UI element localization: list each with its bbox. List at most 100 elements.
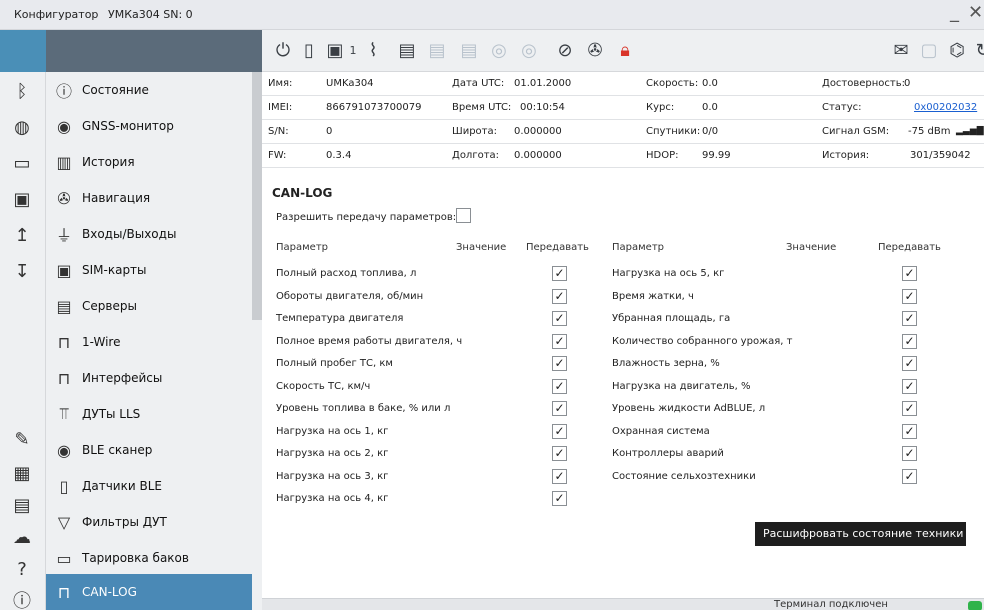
- status-link[interactable]: 0x00202032: [914, 102, 977, 113]
- refresh-icon[interactable]: ↻: [972, 40, 984, 62]
- col-param-header: Параметр: [276, 242, 328, 253]
- send-checkbox[interactable]: ✓: [902, 356, 917, 371]
- param-label: Нагрузка на ось 3, кг: [276, 470, 389, 482]
- server-dim2-icon[interactable]: ▤: [458, 40, 480, 62]
- minimize-button[interactable]: _: [950, 2, 959, 23]
- folder-icon[interactable]: ▭: [10, 152, 34, 176]
- lock-alert-icon[interactable]: 🔒︎: [614, 40, 636, 62]
- document-icon[interactable]: ▢: [918, 40, 940, 62]
- globe-icon[interactable]: ◍: [10, 116, 34, 140]
- sidebar-item-ble-sensors[interactable]: ▯ Датчики BLE: [46, 468, 252, 504]
- app-title: Конфигуратор: [14, 8, 99, 21]
- bluetooth-icon[interactable]: ᛒ: [10, 80, 34, 104]
- close-button[interactable]: ✕: [968, 2, 983, 23]
- send-checkbox[interactable]: ✓: [552, 311, 567, 326]
- sidebar-item-calibration[interactable]: ▭ Тарировка баков: [46, 540, 252, 576]
- sidebar-item-sim[interactable]: ▣ SIM-карты: [46, 252, 252, 288]
- connection-led: [968, 601, 982, 610]
- param-label: Количество собранного урожая, т: [612, 335, 793, 347]
- send-checkbox[interactable]: ✓: [902, 401, 917, 416]
- param-label: Скорость ТС, км/ч: [276, 380, 371, 392]
- server-icon[interactable]: ▤: [396, 40, 418, 62]
- grid-icon[interactable]: ▦: [10, 462, 34, 486]
- info-icon[interactable]: ⓘ: [10, 590, 34, 610]
- connector-icon: ⊓: [57, 368, 71, 388]
- ble-sensor-icon: ▯: [59, 476, 69, 496]
- sidebar-nav: ⓘ Состояние ◉ GNSS-монитор ▥ История ✇ Навиг…: [46, 72, 262, 610]
- send-checkbox[interactable]: ✓: [902, 266, 917, 281]
- can-icon[interactable]: ▤: [10, 494, 34, 518]
- send-checkbox[interactable]: ✓: [552, 378, 567, 394]
- send-checkbox[interactable]: ✓: [902, 288, 917, 304]
- send-checkbox[interactable]: ✓: [552, 423, 567, 439]
- send-checkbox[interactable]: ✓: [552, 468, 567, 484]
- sim-number: 1: [349, 44, 357, 57]
- info-icon: ⓘ: [55, 82, 72, 101]
- send-checkbox[interactable]: ✓: [902, 378, 917, 394]
- battery-icon[interactable]: ▯: [298, 40, 320, 62]
- satellite-dish-icon[interactable]: ⌬: [946, 40, 968, 62]
- send-checkbox[interactable]: ✓: [552, 401, 567, 416]
- cloud-icon[interactable]: ☁: [10, 526, 34, 550]
- param-label: Нагрузка на ось 2, кг: [276, 448, 389, 459]
- send-checkbox[interactable]: ✓: [902, 468, 917, 484]
- send-checkbox[interactable]: ✓: [902, 311, 917, 326]
- sidebar-item-ble-scanner[interactable]: ◉ BLE сканер: [46, 432, 252, 468]
- sidebar-item-history[interactable]: ▥ История: [46, 144, 252, 180]
- param-label: Полный пробег ТС, км: [276, 358, 393, 369]
- send-checkbox[interactable]: ✓: [552, 288, 567, 304]
- gnss-icon: ◉: [57, 116, 71, 136]
- bluetooth-scan-icon: ◉: [57, 440, 71, 460]
- send-checkbox[interactable]: ✓: [902, 423, 917, 439]
- send-checkbox[interactable]: ✓: [552, 491, 567, 506]
- fuel-sensor-icon: ⫪: [59, 404, 69, 423]
- sidebar-item-gnss[interactable]: ◉ GNSS-монитор: [46, 108, 252, 144]
- send-checkbox[interactable]: ✓: [902, 446, 917, 461]
- sidebar-item-navigation[interactable]: ✇ Навигация: [46, 180, 252, 216]
- server-dim-icon[interactable]: ▤: [426, 40, 448, 62]
- info-row: S/N: 0 Широта: 0.000000 Спутники: 0/0 Си…: [262, 120, 984, 144]
- toolbar: ⏻ ▯ ▣ 1 ⌇ ▤ ▤ ▤ ◎ ◎ ⊘ ✇ 🔒︎ ✉ ▢ ⌬ ↻: [262, 30, 984, 72]
- satellite-icon[interactable]: ✇: [584, 40, 606, 62]
- edit-icon[interactable]: ✎: [10, 428, 34, 452]
- param-label: Температура двигателя: [276, 313, 404, 324]
- sidebar-item-1wire[interactable]: ⊓ 1-Wire: [46, 324, 252, 360]
- envelope-icon[interactable]: ✉: [890, 40, 912, 62]
- power-icon[interactable]: ⏻: [272, 40, 294, 62]
- info-panel: Имя: UMKa304 Дата UTC: 01.01.2000 Скорос…: [262, 72, 984, 172]
- no-location-icon[interactable]: ⊘: [554, 40, 576, 62]
- help-icon[interactable]: ?: [10, 558, 34, 582]
- sidebar-scrollbar[interactable]: [252, 72, 262, 320]
- database2-icon[interactable]: ◎: [518, 40, 540, 62]
- icon-rail: ᛒ ◍ ▭ ▣ ↥ ↧ ✎ ▦ ▤ ☁ ? ⓘ: [0, 72, 46, 610]
- database-icon[interactable]: ◎: [488, 40, 510, 62]
- send-checkbox[interactable]: ✓: [552, 333, 567, 349]
- param-label: Время жатки, ч: [612, 290, 694, 302]
- sidebar-item-canlog[interactable]: ⊓ CAN-LOG: [46, 574, 252, 610]
- antenna-icon[interactable]: ⌇: [362, 40, 384, 62]
- tooltip: Расшифровать состояние техники: [755, 522, 966, 546]
- connector-icon: ⊓: [57, 582, 71, 602]
- send-checkbox[interactable]: ✓: [902, 333, 917, 349]
- sidebar-item-interfaces[interactable]: ⊓ Интерфейсы: [46, 360, 252, 396]
- sidebar-item-filters[interactable]: ▽ Фильтры ДУТ: [46, 504, 252, 540]
- send-checkbox[interactable]: ✓: [552, 266, 567, 281]
- save-icon[interactable]: ▣: [10, 188, 34, 212]
- info-row: Имя: UMKa304 Дата UTC: 01.01.2000 Скорос…: [262, 72, 984, 96]
- sim-card-icon: ▣: [56, 260, 72, 280]
- send-checkbox[interactable]: ✓: [552, 356, 567, 371]
- param-label: Нагрузка на двигатель, %: [612, 380, 751, 392]
- title-bar: Конфигуратор УМКа304 SN: 0 _ ✕: [0, 0, 984, 30]
- param-label: Уровень топлива в баке, % или л: [276, 403, 451, 414]
- sidebar-item-state[interactable]: ⓘ Состояние: [46, 72, 252, 108]
- sidebar-item-io[interactable]: ⏚ Входы/Выходы: [46, 216, 252, 252]
- upload-icon[interactable]: ↥: [10, 224, 34, 248]
- signal-bars-icon: ▂▃▅▇: [956, 126, 984, 136]
- server-icon: ▤: [56, 296, 72, 316]
- download-icon[interactable]: ↧: [10, 260, 34, 284]
- sidebar-item-lls[interactable]: ⫪ ДУТы LLS: [46, 396, 252, 432]
- allow-transfer-checkbox[interactable]: [456, 208, 471, 223]
- send-checkbox[interactable]: ✓: [552, 446, 567, 461]
- param-label: Влажность зерна, %: [612, 358, 720, 369]
- sidebar-item-servers[interactable]: ▤ Серверы: [46, 288, 252, 324]
